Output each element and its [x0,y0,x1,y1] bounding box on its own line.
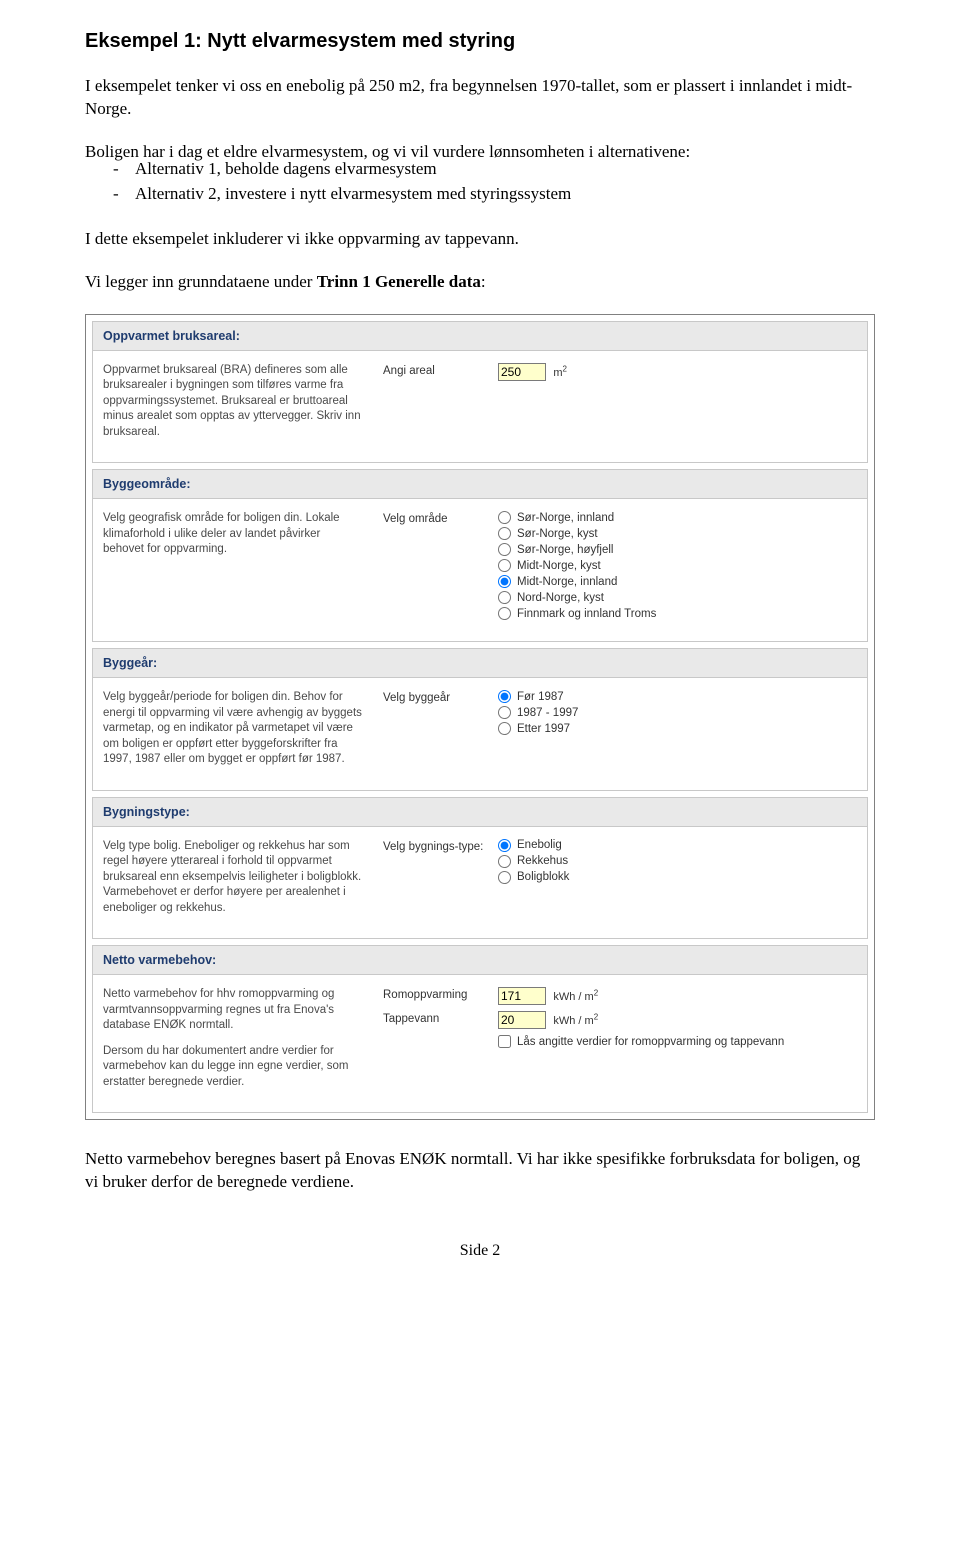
alternative-1: Alternativ 1, beholde dagens elvarmesyst… [135,158,437,181]
label-velg-bygningstype: Velg bygnings-type: [383,839,498,853]
section-bruksareal: Oppvarmet bruksareal: Oppvarmet bruksare… [92,321,868,464]
radio-label-text: Sør-Norge, høyfjell [517,544,614,556]
section-varmebehov: Netto varmebehov: Netto varmebehov for h… [92,945,868,1113]
radio-label-text: Sør-Norge, kyst [517,528,598,540]
radio-option[interactable]: 1987 - 1997 [498,706,857,719]
grunndata-paragraph: Vi legger inn grunndataene under Trinn 1… [85,271,875,294]
radio-byggeaar[interactable] [498,722,511,735]
unit-kwh-m2-2: kWh / m2 [553,1015,598,1027]
unit-m2: m2 [553,367,567,379]
form-container: Oppvarmet bruksareal: Oppvarmet bruksare… [85,314,875,1121]
radio-option[interactable]: Nord-Norge, kyst [498,591,857,604]
radio-byggeaar[interactable] [498,690,511,703]
desc-varmebehov-1: Netto varmebehov for hhv romoppvarming o… [103,987,363,1034]
radio-omrade[interactable] [498,607,511,620]
radio-label-text: Boligblokk [517,871,569,883]
radio-group-byggeaar: Før 1987 1987 - 1997 Etter 1997 [498,690,857,738]
alternative-2: Alternativ 2, investere i nytt elvarmesy… [135,183,571,206]
radio-option[interactable]: Midt-Norge, innland [498,575,857,588]
section-head-varmebehov: Netto varmebehov: [93,946,867,975]
section-bygningstype: Bygningstype: Velg type bolig. Enebolige… [92,797,868,940]
desc-byggeomrade: Velg geografisk område for boligen din. … [103,511,363,558]
radio-omrade[interactable] [498,559,511,572]
label-velg-byggeaar: Velg byggeår [383,690,498,704]
intro-paragraph: I eksempelet tenker vi oss en enebolig p… [85,75,875,121]
radio-omrade[interactable] [498,591,511,604]
radio-group-omrade: Sør-Norge, innland Sør-Norge, kyst Sør-Nor… [498,511,857,623]
radio-label-text: Rekkehus [517,855,568,867]
lock-values-text: Lås angitte verdier for romoppvarming og… [517,1036,784,1048]
radio-option[interactable]: Enebolig [498,839,857,852]
radio-omrade[interactable] [498,543,511,556]
lock-values-label[interactable]: Lås angitte verdier for romoppvarming og… [498,1035,857,1048]
desc-varmebehov-2: Dersom du har dokumentert andre verdier … [103,1044,363,1091]
radio-label-text: 1987 - 1997 [517,707,578,719]
desc-byggeaar: Velg byggeår/periode for boligen din. Be… [103,690,363,768]
section-byggeaar: Byggeår: Velg byggeår/periode for bolige… [92,648,868,791]
label-tappevann: Tappevann [383,1011,498,1025]
section-head-bygningstype: Bygningstype: [93,798,867,827]
radio-omrade[interactable] [498,527,511,540]
radio-label-text: Før 1987 [517,691,564,703]
radio-option[interactable]: Sør-Norge, kyst [498,527,857,540]
note-paragraph: I dette eksempelet inkluderer vi ikke op… [85,228,875,251]
page-title: Eksempel 1: Nytt elvarmesystem med styri… [85,30,875,53]
radio-option[interactable]: Rekkehus [498,855,857,868]
radio-omrade[interactable] [498,511,511,524]
radio-label-text: Finnmark og innland Troms [517,608,656,620]
radio-label-text: Midt-Norge, kyst [517,560,601,572]
radio-option[interactable]: Før 1987 [498,690,857,703]
label-velg-omrade: Velg område [383,511,498,525]
radio-option[interactable]: Boligblokk [498,871,857,884]
label-angi-areal: Angi areal [383,363,498,377]
page-footer: Side 2 [85,1242,875,1260]
radio-label-text: Midt-Norge, innland [517,576,617,588]
radio-bygningstype[interactable] [498,871,511,884]
unit-kwh-m2-1: kWh / m2 [553,991,598,1003]
radio-option[interactable]: Sør-Norge, høyfjell [498,543,857,556]
input-areal[interactable] [498,363,546,381]
radio-label-text: Nord-Norge, kyst [517,592,604,604]
section-head-bruksareal: Oppvarmet bruksareal: [93,322,867,351]
below-form-paragraph: Netto varmebehov beregnes basert på Enov… [85,1148,875,1194]
radio-label-text: Enebolig [517,839,562,851]
radio-bygningstype[interactable] [498,839,511,852]
radio-byggeaar[interactable] [498,706,511,719]
radio-option[interactable]: Sør-Norge, innland [498,511,857,524]
section-byggeomrade: Byggeområde: Velg geografisk område for … [92,469,868,642]
radio-option[interactable]: Midt-Norge, kyst [498,559,857,572]
input-tappevann[interactable] [498,1011,546,1029]
radio-label-text: Sør-Norge, innland [517,512,614,524]
radio-group-bygningstype: Enebolig Rekkehus Boligblokk [498,839,857,887]
radio-omrade[interactable] [498,575,511,588]
radio-bygningstype[interactable] [498,855,511,868]
checkbox-lock-values[interactable] [498,1035,511,1048]
label-romoppvarming: Romoppvarming [383,987,498,1001]
radio-option[interactable]: Finnmark og innland Troms [498,607,857,620]
radio-option[interactable]: Etter 1997 [498,722,857,735]
section-head-byggeomrade: Byggeområde: [93,470,867,499]
radio-label-text: Etter 1997 [517,723,570,735]
input-romoppvarming[interactable] [498,987,546,1005]
desc-bruksareal: Oppvarmet bruksareal (BRA) defineres som… [103,363,363,441]
alternatives-list: -Alternativ 1, beholde dagens elvarmesys… [113,158,875,206]
section-head-byggeaar: Byggeår: [93,649,867,678]
desc-bygningstype: Velg type bolig. Eneboliger og rekkehus … [103,839,363,917]
